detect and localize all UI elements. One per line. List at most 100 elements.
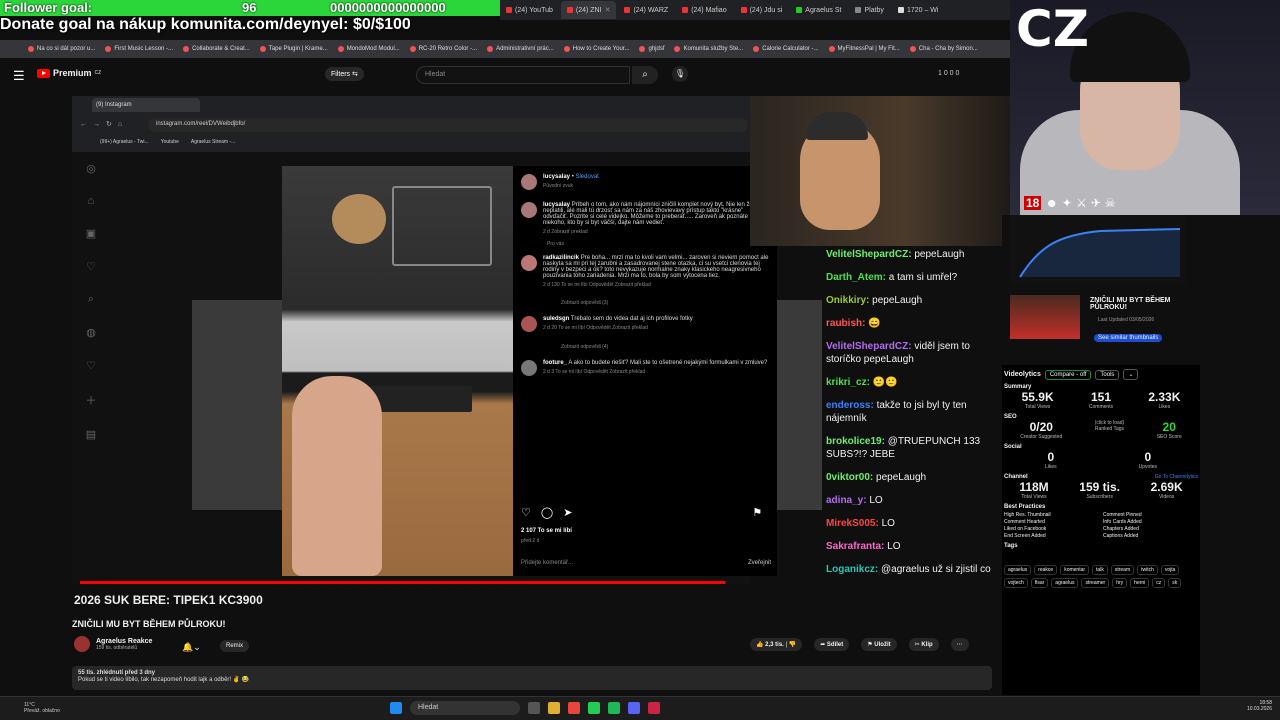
search-input[interactable]: Hledat: [416, 66, 630, 84]
start-icon[interactable]: [390, 702, 402, 714]
bookmark[interactable]: RC-20 Retro Color -...: [409, 46, 477, 52]
avatar[interactable]: [521, 202, 537, 218]
tab-active[interactable]: (24) ZNI ✕: [560, 1, 617, 19]
bookmark[interactable]: Calorie Calculator -...: [753, 46, 819, 52]
heart-icon[interactable]: ♡: [86, 260, 96, 273]
clip-button[interactable]: ✂ Klip: [908, 638, 939, 651]
tag[interactable]: reakce: [1034, 565, 1058, 575]
notifications-icon[interactable]: ♡: [86, 359, 96, 372]
chat-user[interactable]: Loganikcz:: [826, 564, 878, 575]
channel-avatar[interactable]: [74, 636, 90, 652]
tab-platby[interactable]: Platby: [849, 1, 889, 19]
spotify-icon[interactable]: [608, 702, 620, 714]
chat-user[interactable]: krikri_cz:: [826, 377, 870, 388]
bookmark[interactable]: First Music Lesson -...: [105, 46, 173, 52]
messages-icon[interactable]: ▤: [86, 428, 96, 441]
explore-icon[interactable]: ◍: [86, 326, 96, 339]
chat-user[interactable]: endeross:: [826, 400, 874, 411]
close-icon[interactable]: ✕: [605, 6, 611, 14]
channel-name[interactable]: Agraelus Reakce: [96, 638, 152, 645]
avatar[interactable]: [521, 255, 537, 271]
chat-user[interactable]: Onikkiry:: [826, 295, 869, 306]
chat-user[interactable]: 0viktor00:: [826, 472, 873, 483]
view-replies[interactable]: Zobrazit odpovědi (3): [561, 300, 769, 306]
clock[interactable]: 18:58 10.03.2026: [1247, 700, 1272, 712]
bookmark[interactable]: Cha - Cha by Simon...: [909, 46, 978, 52]
post-comment-button[interactable]: Zveřejnit: [748, 560, 771, 566]
chrome-icon[interactable]: [568, 702, 580, 714]
tag[interactable]: fisar: [1030, 578, 1049, 588]
video-progress-bar[interactable]: [80, 581, 725, 584]
remix-button[interactable]: Remix: [220, 640, 250, 652]
bookmark[interactable]: ghjdsf: [639, 46, 664, 52]
reel-video[interactable]: [282, 166, 513, 576]
thumbnail-image[interactable]: [1010, 295, 1080, 339]
home-icon[interactable]: ⌂: [88, 195, 95, 207]
tag[interactable]: vojta: [1160, 565, 1180, 575]
mic-icon[interactable]: 🎙: [672, 66, 688, 82]
audio-label[interactable]: Původní zvuk: [543, 183, 599, 189]
bookmark[interactable]: Komunita služby Ste...: [674, 46, 743, 52]
bookmark[interactable]: Youtube: [161, 139, 179, 145]
avatar[interactable]: [521, 360, 537, 376]
bookmark[interactable]: Agraelus Stream -...: [191, 139, 235, 145]
search-icon[interactable]: ⌕: [88, 293, 94, 306]
address-bar[interactable]: instagram.com/reel/DVWeibdjbfo/: [148, 118, 748, 132]
tag[interactable]: talk: [1092, 565, 1108, 575]
video-description[interactable]: 55 tis. zhlédnutí před 3 dny Pokud se ti…: [72, 666, 992, 690]
tab-youtube[interactable]: (24) YouTub: [500, 1, 559, 19]
bookmark[interactable]: Administrativní prác...: [487, 46, 554, 52]
youtube-logo[interactable]: Premium CZ: [37, 68, 101, 78]
chat-user[interactable]: Sakrafranta:: [826, 541, 884, 552]
tab-mafia[interactable]: (24) Mafiao: [676, 1, 732, 19]
search-icon[interactable]: ⌕: [632, 66, 658, 84]
bookmark[interactable]: MyFitnessPal | My Fit...: [828, 46, 900, 52]
nav-icons[interactable]: ←→↻⌂: [80, 120, 128, 128]
app-icon[interactable]: [588, 702, 600, 714]
tag[interactable]: cz: [1152, 578, 1166, 588]
comment-icon[interactable]: ◯: [541, 506, 553, 519]
tab-wiki[interactable]: 1720 – Wi: [892, 1, 945, 19]
tag[interactable]: herni: [1130, 578, 1150, 588]
discord-icon[interactable]: [628, 702, 640, 714]
add-comment-input[interactable]: Přidejte komentář...: [521, 560, 573, 566]
share-icon[interactable]: ➤: [563, 506, 572, 519]
chat-user[interactable]: raubish:: [826, 318, 865, 329]
tag[interactable]: stream: [1110, 565, 1135, 575]
bookmark-icon[interactable]: ⚑: [752, 506, 762, 519]
tag[interactable]: agraelus: [1051, 578, 1079, 588]
tag[interactable]: hry: [1112, 578, 1128, 588]
comment-user[interactable]: footure_: [543, 360, 567, 366]
view-replies[interactable]: Zobrazit odpovědi (4): [561, 344, 769, 350]
author-name[interactable]: lucysalay: [543, 174, 570, 180]
file-explorer-icon[interactable]: [528, 702, 540, 714]
similar-thumbnails-button[interactable]: See similar thumbnails: [1094, 334, 1163, 342]
like-icon[interactable]: ♡: [521, 506, 531, 519]
bookmark[interactable]: Tape Plugin | Krame...: [259, 46, 328, 52]
chat-user[interactable]: adina_y:: [826, 495, 867, 506]
tab-warzone[interactable]: (24) WARZ: [618, 1, 674, 19]
chat-user[interactable]: MirekS005:: [826, 518, 879, 529]
bookmark[interactable]: How to Create Your...: [563, 46, 629, 52]
for-you-label[interactable]: Pro vás: [547, 241, 769, 247]
avatar[interactable]: [521, 174, 537, 190]
bookmark[interactable]: Collaborate & Creat...: [183, 46, 250, 52]
like-button[interactable]: 👍 2,3 tis. | 👎: [750, 638, 803, 651]
bell-icon[interactable]: 🔔⌄: [182, 642, 201, 653]
tab-jdu[interactable]: (24) Jdu si: [735, 1, 789, 19]
menu-icon[interactable]: ☰: [13, 68, 25, 84]
bookmark[interactable]: MondoMod Modul...: [337, 46, 400, 52]
chat-user[interactable]: brokolice19:: [826, 436, 885, 447]
chat-user[interactable]: VelitelShepardCZ:: [826, 249, 912, 260]
bookmark[interactable]: (99+) Agraelus - Twi...: [100, 139, 149, 145]
taskbar-search[interactable]: Hledat: [410, 701, 520, 715]
obs-icon[interactable]: [648, 702, 660, 714]
folder-icon[interactable]: [548, 702, 560, 714]
compare-button[interactable]: Compare - off: [1044, 369, 1092, 380]
tag[interactable]: vojtech: [1004, 578, 1028, 588]
more-icon[interactable]: ⋯: [950, 638, 969, 651]
tag[interactable]: streamer: [1081, 578, 1110, 588]
chevron-down-icon[interactable]: ⌄: [1123, 369, 1139, 380]
filters-button[interactable]: Filters ⇆: [325, 67, 364, 81]
chat-user[interactable]: Darth_Atem:: [826, 272, 886, 283]
